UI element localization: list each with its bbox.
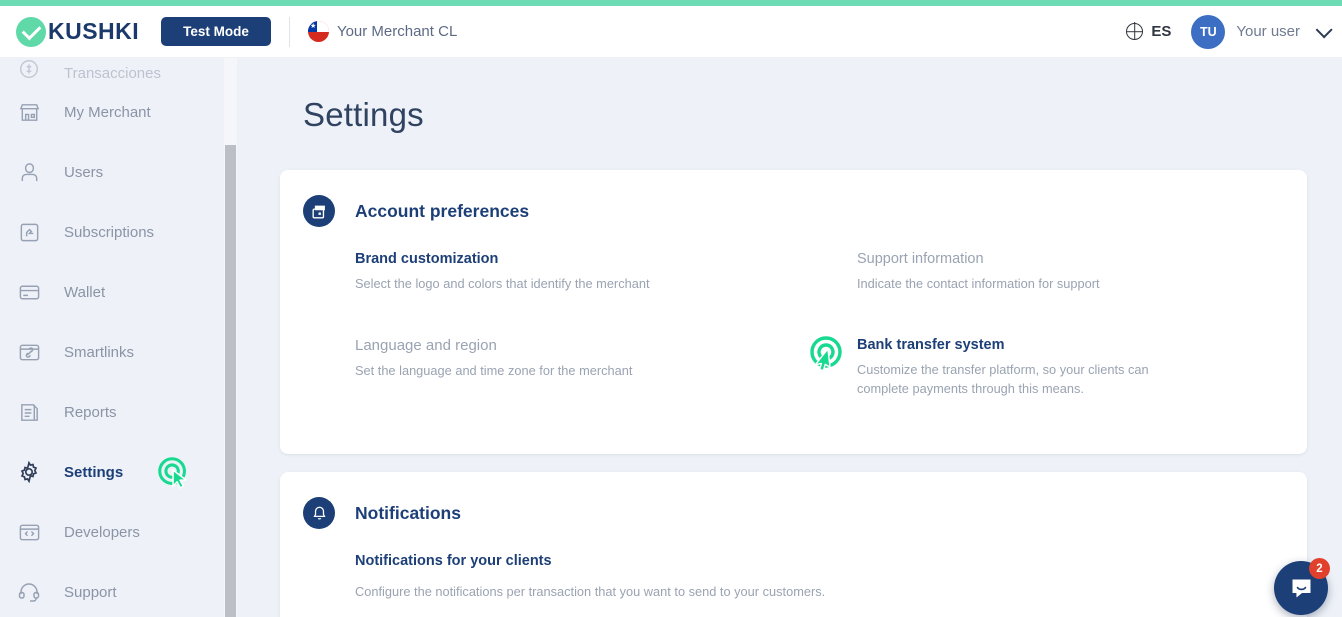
- reports-icon: [16, 399, 42, 425]
- page-title: Settings: [303, 96, 424, 133]
- sidebar-item-users[interactable]: Users: [0, 142, 224, 202]
- subscriptions-icon: [16, 219, 42, 245]
- brand-settings-icon: [303, 195, 335, 227]
- sidebar-item-reports[interactable]: Reports: [0, 382, 224, 442]
- click-target-cursor-icon: [155, 454, 193, 492]
- sidebar-scrollbar-thumb[interactable]: [225, 145, 236, 617]
- pref-title: Notifications for your clients: [355, 553, 552, 570]
- sidebar-item-transacciones[interactable]: Transacciones: [0, 58, 224, 82]
- globe-icon[interactable]: [1126, 23, 1144, 40]
- pref-title: Support information: [857, 251, 984, 267]
- card-title: Account preferences: [355, 200, 530, 221]
- main-content: Settings Account preferences Brand custo…: [237, 58, 1342, 617]
- pref-description: Select the logo and colors that identify…: [355, 275, 650, 291]
- sidebar-item-smartlinks[interactable]: Smartlinks: [0, 322, 224, 382]
- pref-notifications-for-your-clients[interactable]: Notifications for your clients Configure…: [303, 551, 1277, 601]
- pref-brand-customization[interactable]: Brand customization Select the logo and …: [303, 249, 775, 293]
- gear-icon: [16, 459, 42, 485]
- kushki-check-logo-icon: [16, 16, 46, 47]
- card-column-right: Support information Indicate the contact…: [805, 249, 1307, 420]
- test-mode-badge[interactable]: Test Mode: [161, 17, 271, 46]
- transactions-icon: [16, 58, 42, 82]
- chevron-down-icon[interactable]: [1315, 20, 1333, 38]
- sidebar-item-label: Developers: [64, 523, 140, 541]
- intercom-unread-badge: 2: [1309, 558, 1330, 579]
- card-column-left: Notifications for your clients Configure…: [303, 551, 1307, 601]
- sidebar-item-label: My Merchant: [64, 103, 151, 121]
- bell-icon: [303, 497, 335, 530]
- sidebar-item-support[interactable]: Support: [0, 562, 224, 617]
- pref-bank-transfer-system[interactable]: Bank transfer system Customize the trans…: [805, 335, 1277, 398]
- chat-bubble-icon: [1292, 579, 1310, 597]
- sidebar: Transacciones My Merchant Users Subscrip…: [0, 58, 224, 617]
- pref-title: Language and region: [355, 337, 497, 355]
- pref-description: Configure the notifications per transact…: [355, 583, 826, 599]
- sidebar-item-wallet[interactable]: Wallet: [0, 262, 224, 322]
- pref-description: Customize the transfer platform, so your…: [857, 362, 1149, 396]
- sidebar-item-label: Transacciones: [64, 65, 161, 82]
- pref-description: Indicate the contact information for sup…: [857, 275, 1100, 291]
- chile-flag-icon: ★: [307, 21, 329, 42]
- brand-logo[interactable]: KUSHKI: [0, 16, 140, 47]
- headset-icon: [16, 579, 42, 605]
- card-notifications: Notifications Notifications for your cli…: [280, 472, 1307, 617]
- sidebar-item-subscriptions[interactable]: Subscriptions: [0, 202, 224, 262]
- card-icon: [16, 279, 42, 305]
- card-column-left: Brand customization Select the logo and …: [303, 249, 805, 420]
- click-target-cursor-icon: [805, 333, 845, 373]
- card-body: Notifications for your clients Configure…: [280, 529, 1307, 617]
- sidebar-item-label: Wallet: [64, 283, 106, 301]
- logo-text: KUSHKI: [48, 18, 140, 44]
- pref-language-and-region[interactable]: Language and region Set the language and…: [303, 335, 775, 380]
- card-body: Brand customization Select the logo and …: [280, 227, 1307, 454]
- card-header: Account preferences: [280, 170, 1307, 227]
- pref-support-information[interactable]: Support information Indicate the contact…: [805, 249, 1277, 293]
- card-account-preferences: Account preferences Brand customization …: [280, 170, 1307, 455]
- pref-title: Bank transfer system: [857, 337, 1005, 354]
- sidebar-item-label: Support: [64, 583, 117, 601]
- merchant-selector[interactable]: ★ Your Merchant CL: [307, 21, 458, 42]
- avatar[interactable]: TU: [1191, 14, 1226, 49]
- link-icon: [16, 339, 42, 365]
- sidebar-item-label: Smartlinks: [64, 343, 135, 361]
- sidebar-item-my-merchant[interactable]: My Merchant: [0, 82, 224, 142]
- card-title: Notifications: [355, 502, 461, 523]
- sidebar-item-label: Reports: [64, 403, 117, 421]
- app-root: KUSHKI Test Mode ★ Your Merchant CL ES T…: [0, 0, 1342, 617]
- store-icon: [16, 99, 42, 125]
- pref-title: Brand customization: [355, 251, 499, 267]
- code-icon: [16, 519, 42, 545]
- username-label: Your user: [1236, 23, 1300, 40]
- sidebar-item-settings[interactable]: Settings: [0, 442, 224, 502]
- topbar-divider: [288, 16, 290, 47]
- language-code[interactable]: ES: [1151, 23, 1171, 40]
- pref-description: Set the language and time zone for the m…: [355, 362, 633, 378]
- sidebar-item-developers[interactable]: Developers: [0, 502, 224, 562]
- user-icon: [16, 159, 42, 185]
- card-header: Notifications: [280, 472, 1307, 530]
- merchant-name: Your Merchant CL: [336, 23, 458, 40]
- top-bar: KUSHKI Test Mode ★ Your Merchant CL ES T…: [0, 6, 1342, 58]
- sidebar-item-label: Settings: [64, 463, 124, 481]
- sidebar-item-label: Users: [64, 163, 104, 181]
- intercom-launcher-button[interactable]: 2: [1274, 558, 1330, 615]
- topbar-right-group: ES TU Your user: [1126, 14, 1342, 49]
- sidebar-item-label: Subscriptions: [64, 223, 155, 241]
